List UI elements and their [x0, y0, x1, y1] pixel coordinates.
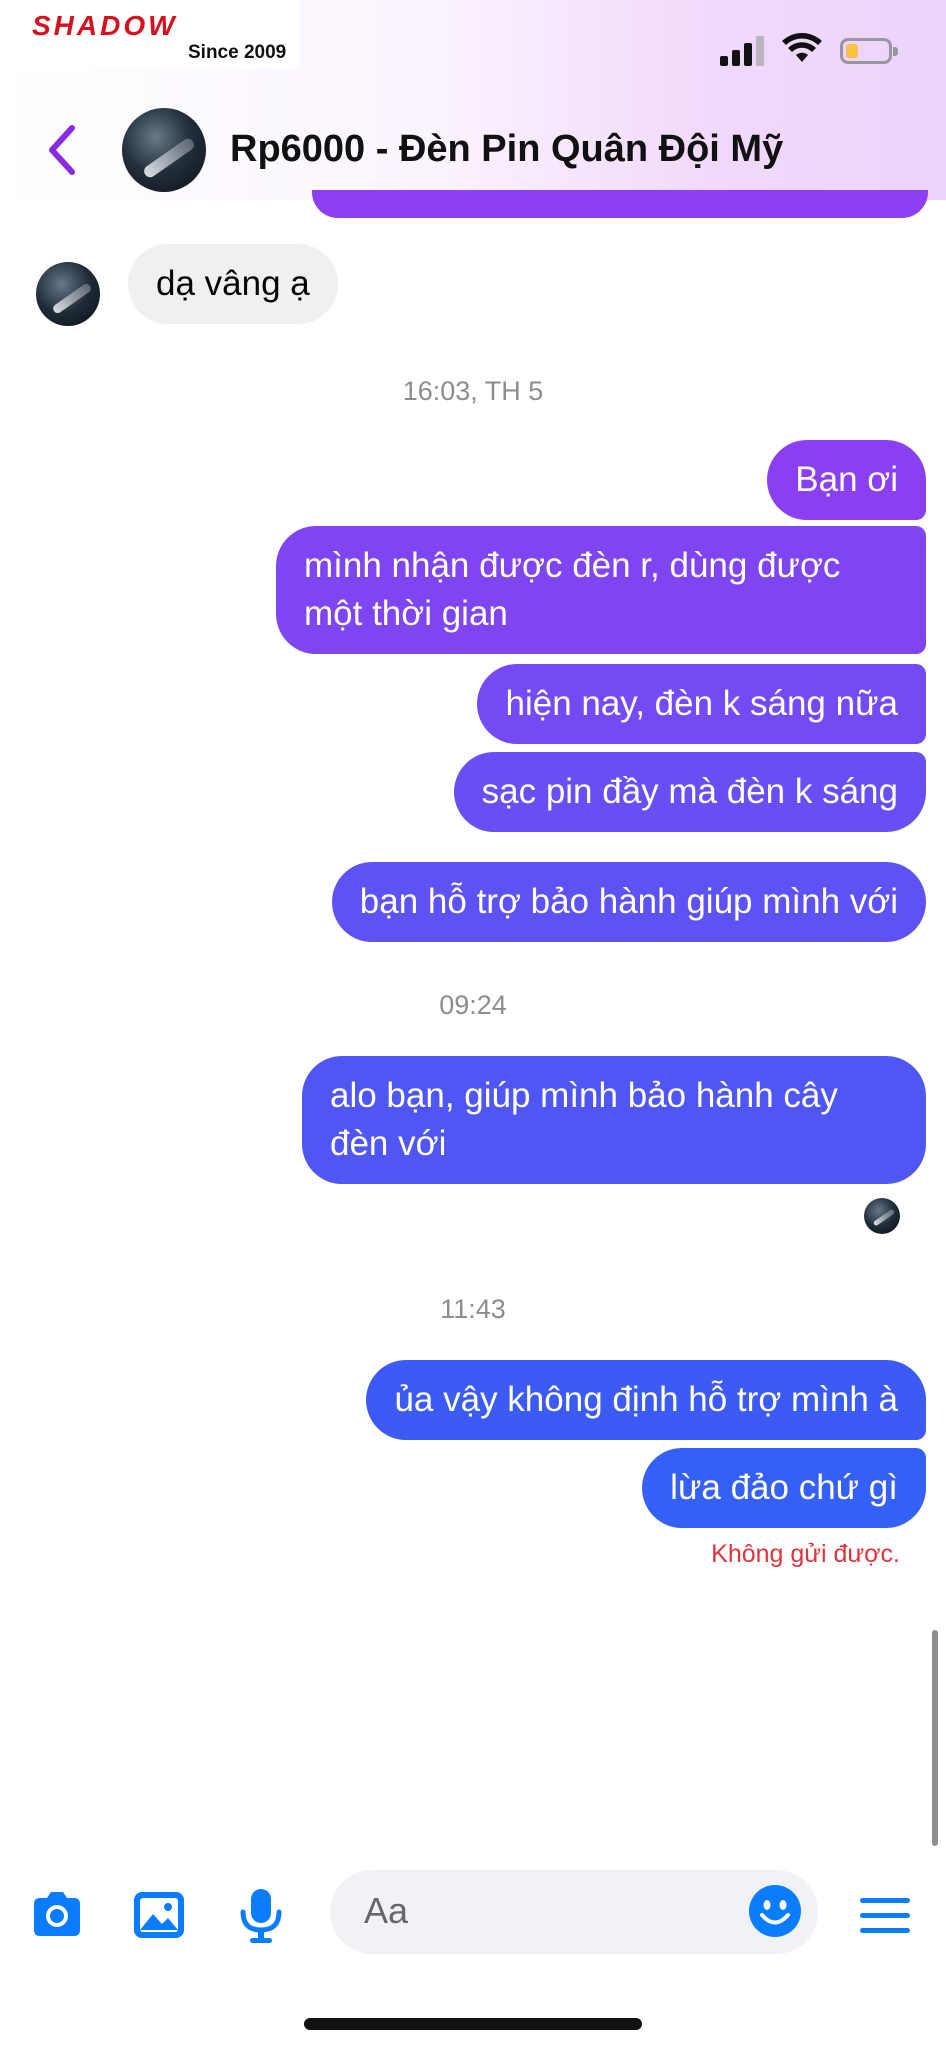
camera-icon[interactable]	[28, 1886, 86, 1944]
battery-low-icon	[840, 38, 898, 64]
chevron-left-icon[interactable]	[42, 122, 82, 178]
send-failed-status[interactable]: Không gửi được.	[711, 1540, 900, 1569]
timestamp: 16:03, TH 5	[402, 376, 544, 406]
outgoing-message[interactable]: sạc pin đầy mà đèn k sáng	[453, 752, 926, 832]
menu-icon[interactable]	[856, 1886, 914, 1944]
partial-message-bubble	[312, 190, 928, 218]
status-icons	[720, 32, 910, 72]
outgoing-message[interactable]: ủa vậy không định hỗ trợ mình à	[366, 1360, 926, 1440]
timestamp: 09:24	[439, 990, 507, 1020]
outgoing-message[interactable]: alo bạn, giúp mình bảo hành cây đèn với	[302, 1056, 926, 1184]
seen-indicator-avatar	[864, 1198, 900, 1234]
message-input-container[interactable]: Aa	[330, 1870, 818, 1954]
scrollbar[interactable]	[932, 1630, 938, 1846]
chat-title[interactable]: Rp6000 - Đèn Pin Quân Đội Mỹ	[230, 128, 783, 171]
image-icon[interactable]	[130, 1886, 188, 1944]
logo-text: SHADOW	[32, 10, 178, 41]
incoming-message[interactable]: dạ vâng ạ	[128, 244, 338, 324]
chat-header: SHADOW Since 2009 Rp6000 - Đèn Pin Quân …	[0, 0, 946, 200]
outgoing-message[interactable]: bạn hỗ trợ bảo hành giúp mình với	[331, 862, 926, 942]
cellular-signal-icon	[720, 32, 764, 66]
home-indicator[interactable]	[304, 2018, 642, 2030]
outgoing-message[interactable]: Bạn ơi	[767, 440, 926, 520]
timestamp: 11:43	[440, 1294, 506, 1324]
outgoing-message[interactable]: mình nhận được đèn r, dùng được một thời…	[276, 526, 926, 654]
contact-avatar[interactable]	[122, 108, 206, 192]
outgoing-message[interactable]: lừa đảo chứ gì	[642, 1448, 926, 1528]
watermark-logo: SHADOW Since 2009	[0, 0, 300, 68]
microphone-icon[interactable]	[232, 1886, 290, 1944]
message-composer: Aa	[0, 1860, 946, 1970]
message-input[interactable]: Aa	[364, 1890, 408, 1932]
contact-message-avatar[interactable]	[36, 262, 100, 326]
outgoing-message[interactable]: hiện nay, đèn k sáng nữa	[477, 664, 926, 744]
wifi-icon	[782, 33, 822, 62]
smile-emoji-icon[interactable]	[748, 1884, 802, 1938]
logo-subtitle: Since 2009	[188, 42, 287, 63]
